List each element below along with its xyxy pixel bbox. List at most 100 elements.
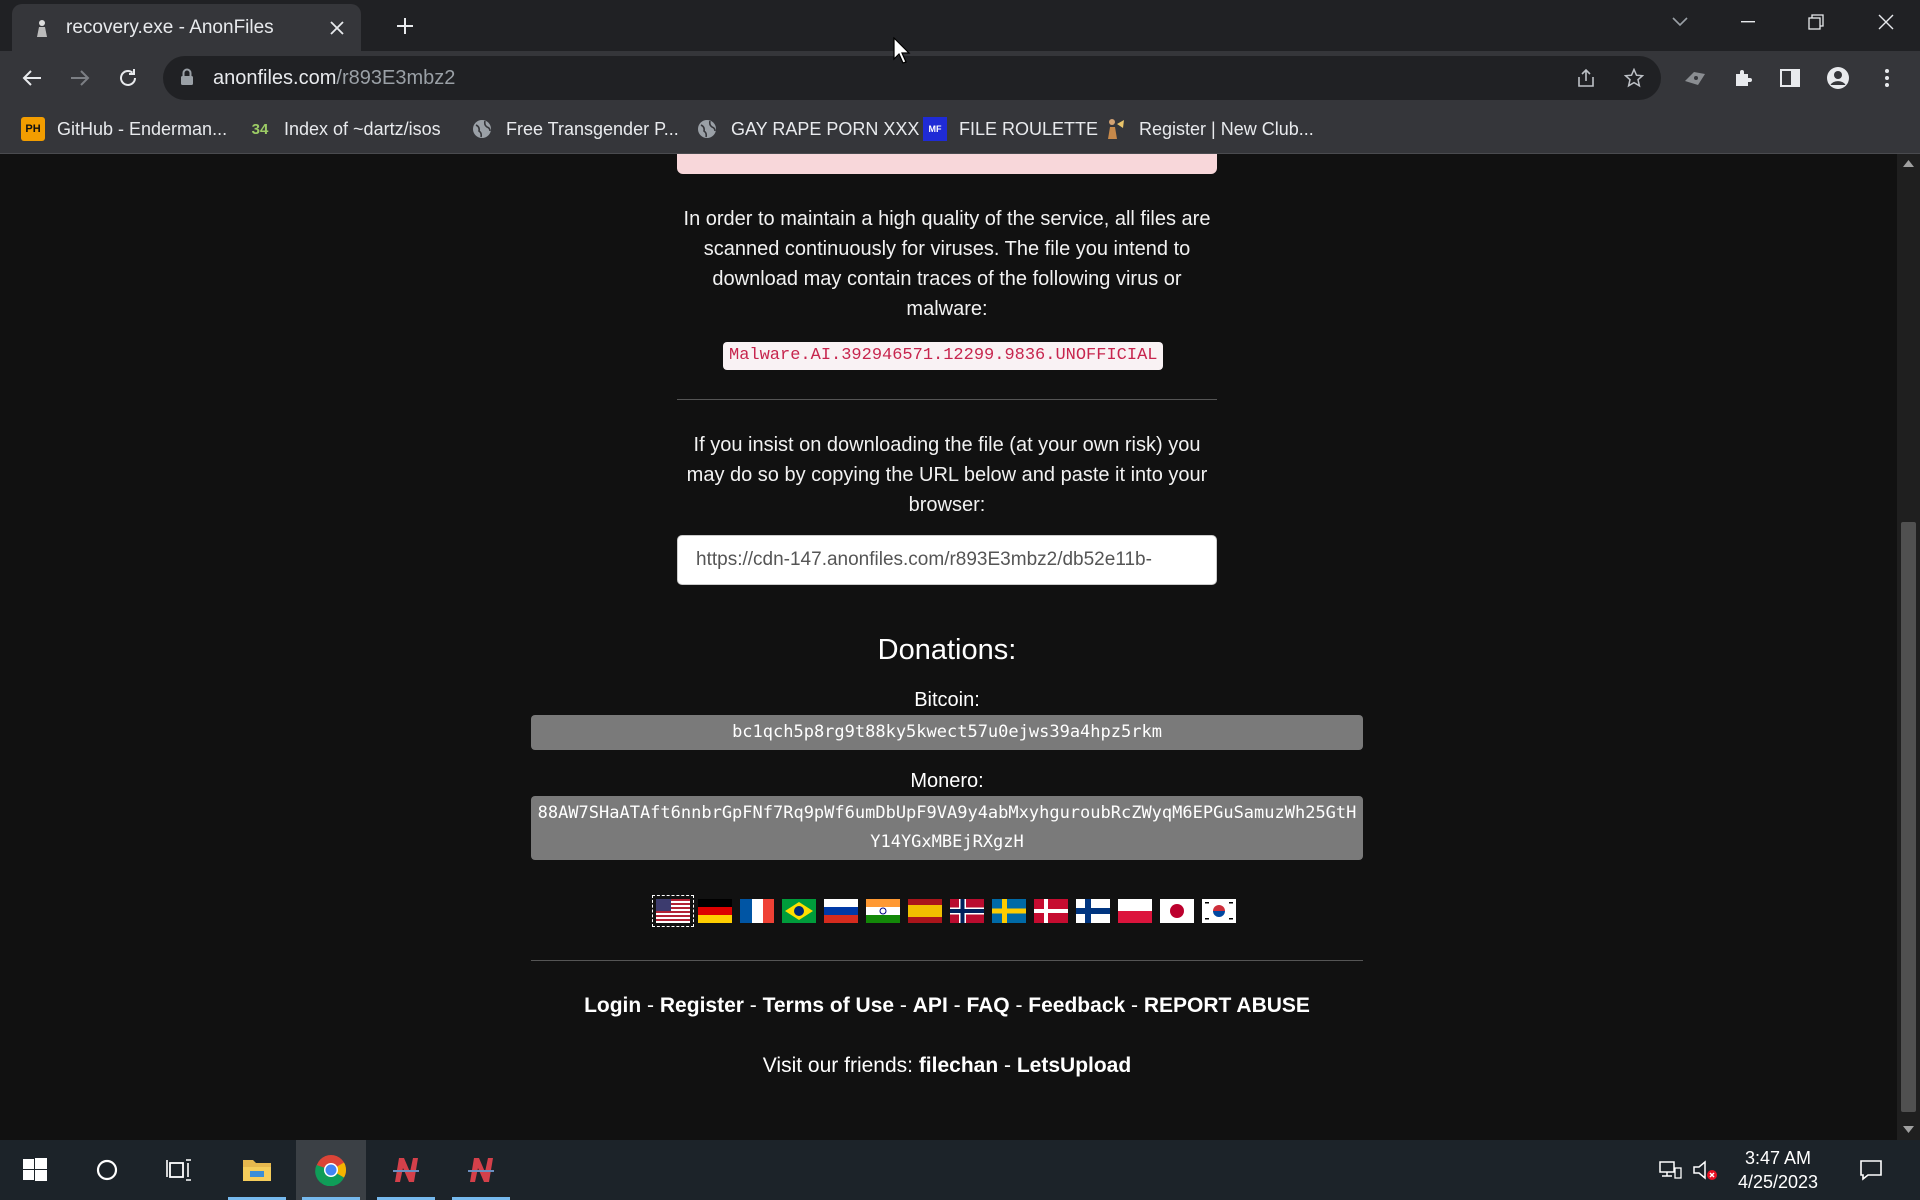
globe-icon	[470, 117, 494, 141]
bookmark-label: Free Transgender P...	[506, 118, 679, 139]
flag-pl-icon[interactable]	[1118, 899, 1152, 923]
flag-fr-icon[interactable]	[740, 899, 774, 923]
share-icon[interactable]	[1570, 62, 1602, 94]
tab-strip: recovery.exe - AnonFiles	[0, 0, 1920, 51]
bookmark-item[interactable]: 34 Index of ~dartz/isos	[248, 114, 441, 144]
app-n-icon[interactable]	[371, 1140, 441, 1200]
menu-dots-icon[interactable]	[1868, 59, 1906, 97]
url-path: /r893E3mbz2	[336, 67, 456, 89]
windows-start-icon[interactable]	[0, 1140, 70, 1200]
globe-icon	[695, 117, 719, 141]
browser-tab[interactable]: recovery.exe - AnonFiles	[12, 4, 361, 51]
download-risk-notice: If you insist on downloading the file (a…	[686, 434, 1208, 516]
flag-no-icon[interactable]	[950, 899, 984, 923]
reload-icon[interactable]	[109, 59, 147, 97]
anonfiles-favicon-icon	[32, 18, 52, 38]
separator: -	[1009, 994, 1029, 1017]
page-scrollbar[interactable]	[1897, 154, 1920, 1140]
page-content: In order to maintain a high quality of t…	[0, 154, 1897, 1140]
virus-name-code: Malware.AI.392946571.12299.9836.UNOFFICI…	[723, 342, 1164, 370]
scroll-thumb[interactable]	[1901, 522, 1916, 1112]
new-tab-button[interactable]	[388, 9, 422, 43]
register-link[interactable]: Register	[660, 994, 744, 1017]
footer-divider	[531, 960, 1363, 961]
bookmark-item[interactable]: MF FILE ROULETTE	[923, 114, 1098, 144]
bookmark-item[interactable]: Free Transgender P...	[470, 114, 679, 144]
scroll-up-arrow-icon[interactable]	[1903, 160, 1914, 167]
monero-address[interactable]: 88AW7SHaATAft6nnbrGpFNf7Rq9pWf6umDbUpF9V…	[531, 796, 1363, 860]
bookmark-label: GitHub - Enderman...	[57, 118, 228, 139]
file-explorer-icon[interactable]	[222, 1140, 292, 1200]
login-link[interactable]: Login	[584, 994, 641, 1017]
separator: -	[998, 1054, 1017, 1077]
app-n-icon[interactable]	[446, 1140, 516, 1200]
windows-taskbar: 3:47 AM 4/25/2023	[0, 1140, 1920, 1200]
volume-muted-icon[interactable]	[1689, 1154, 1721, 1186]
feedback-link[interactable]: Feedback	[1028, 994, 1125, 1017]
flag-us-icon[interactable]	[652, 895, 694, 927]
letsupload-link[interactable]: LetsUpload	[1017, 1054, 1131, 1077]
file-roulette-favicon-icon: MF	[923, 117, 947, 141]
scroll-down-arrow-icon[interactable]	[1903, 1126, 1914, 1133]
bookmark-star-icon[interactable]	[1618, 62, 1650, 94]
bookmark-label: Index of ~dartz/isos	[284, 118, 441, 139]
bookmark-item[interactable]: PH GitHub - Enderman...	[21, 114, 227, 144]
report-abuse-link[interactable]: REPORT ABUSE	[1144, 994, 1310, 1017]
index-favicon-icon: 34	[251, 120, 269, 138]
friends-prefix: Visit our friends:	[762, 1054, 919, 1077]
profile-icon[interactable]	[1819, 59, 1857, 97]
separator: -	[947, 994, 967, 1017]
flag-se-icon[interactable]	[992, 899, 1026, 923]
flag-kr-icon[interactable]	[1202, 899, 1236, 923]
flag-es-icon[interactable]	[908, 899, 942, 923]
bookmarks-bar: PH GitHub - Enderman... 34 Index of ~dar…	[0, 106, 1920, 154]
terms-link[interactable]: Terms of Use	[763, 994, 895, 1017]
flag-ru-icon[interactable]	[824, 899, 858, 923]
url-text[interactable]: anonfiles.com/r893E3mbz2	[213, 67, 455, 90]
flag-dk-icon[interactable]	[1034, 899, 1068, 923]
api-link[interactable]: API	[913, 994, 948, 1017]
minimize-icon[interactable]	[1714, 0, 1782, 44]
close-window-icon[interactable]	[1852, 0, 1920, 44]
back-icon[interactable]	[13, 59, 51, 97]
task-view-icon[interactable]	[144, 1140, 214, 1200]
clock-date: 4/25/2023	[1737, 1172, 1819, 1192]
flag-in-icon[interactable]	[866, 899, 900, 923]
monero-label: Monero:	[910, 770, 984, 792]
separator: -	[894, 994, 913, 1017]
lock-icon[interactable]	[180, 68, 194, 91]
cortana-search-icon[interactable]	[72, 1140, 142, 1200]
friends-line: Visit our friends: filechan - LetsUpload	[431, 1054, 1463, 1078]
close-tab-icon[interactable]	[321, 12, 353, 44]
divider	[677, 399, 1217, 400]
extension-eye-icon[interactable]	[1676, 59, 1714, 97]
chrome-taskbar-icon[interactable]	[296, 1140, 366, 1200]
flag-jp-icon[interactable]	[1160, 899, 1194, 923]
tab-title: recovery.exe - AnonFiles	[66, 16, 274, 38]
restore-icon[interactable]	[1782, 0, 1850, 44]
flag-de-icon[interactable]	[698, 899, 732, 923]
browser-toolbar: anonfiles.com/r893E3mbz2	[0, 51, 1920, 106]
bookmark-item[interactable]: GAY RAPE PORN XXX	[695, 114, 919, 144]
notification-center-icon[interactable]	[1855, 1154, 1887, 1186]
filechan-link[interactable]: filechan	[919, 1054, 998, 1077]
bitcoin-label: Bitcoin:	[914, 689, 980, 711]
flag-fi-icon[interactable]	[1076, 899, 1110, 923]
flag-br-icon[interactable]	[782, 899, 816, 923]
download-url-input[interactable]: https://cdn-147.anonfiles.com/r893E3mbz2…	[677, 535, 1217, 585]
separator: -	[641, 994, 660, 1017]
bitcoin-address[interactable]: bc1qch5p8rg9t88ky5kwect57u0ejws39a4hpz5r…	[531, 715, 1363, 750]
side-panel-icon[interactable]	[1771, 59, 1809, 97]
forward-icon[interactable]	[61, 59, 99, 97]
bookmark-item[interactable]: Register | New Club...	[1103, 114, 1314, 144]
extensions-puzzle-icon[interactable]	[1724, 59, 1762, 97]
separator: -	[1125, 994, 1144, 1017]
network-icon[interactable]	[1654, 1154, 1686, 1186]
system-clock[interactable]: 3:47 AM 4/25/2023	[1730, 1146, 1826, 1194]
separator: -	[743, 994, 763, 1017]
faq-link[interactable]: FAQ	[966, 994, 1009, 1017]
tab-search-chevron-icon[interactable]	[1646, 0, 1714, 44]
address-bar[interactable]: anonfiles.com/r893E3mbz2	[163, 56, 1661, 100]
footer-links: Login - Register - Terms of Use - API - …	[431, 994, 1463, 1018]
language-flags	[652, 894, 1244, 928]
